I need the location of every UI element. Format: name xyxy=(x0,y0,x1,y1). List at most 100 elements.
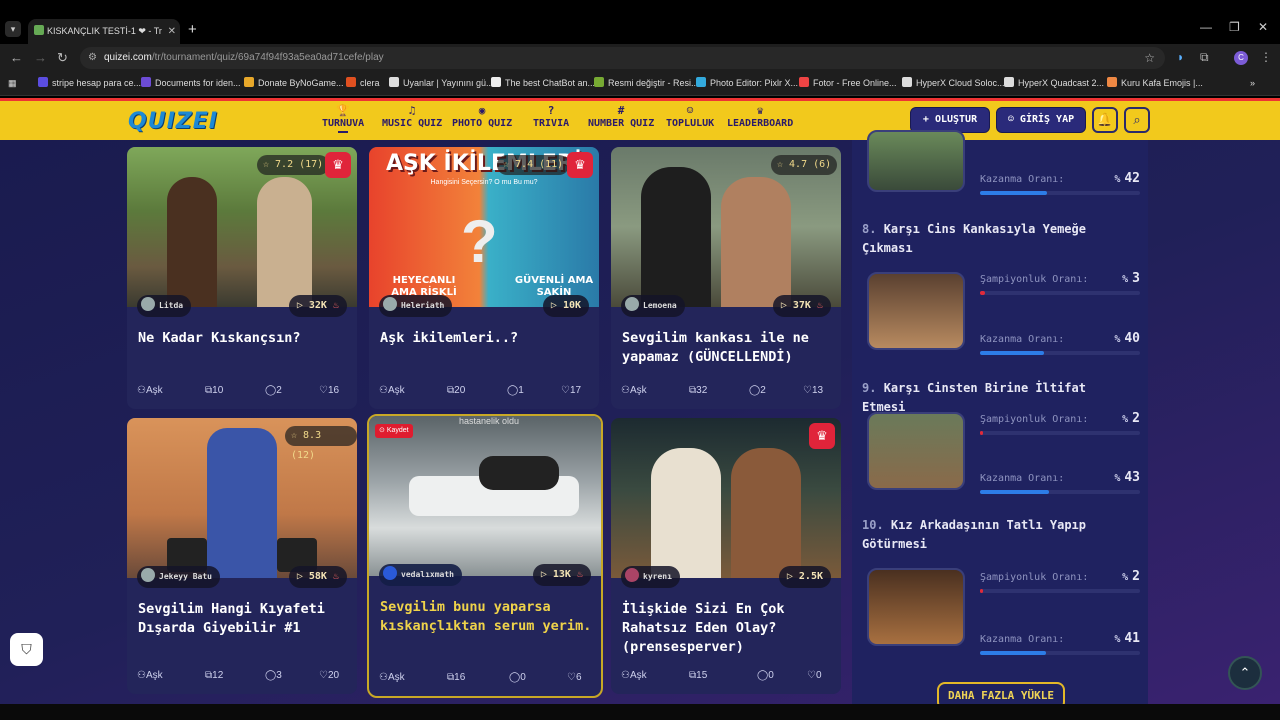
nav-number-quiz[interactable]: # NUMBER QUIZ xyxy=(588,104,654,129)
figure-left xyxy=(641,167,711,307)
shield-icon[interactable]: ⛉ xyxy=(10,633,43,666)
bookmark-item[interactable]: Documents for iden... xyxy=(141,76,241,90)
bookmark-item[interactable]: stripe hesap para ce... xyxy=(38,76,141,90)
quiz-title[interactable]: Sevgilim Hangi Kıyafeti Dışarda Giyebili… xyxy=(138,600,350,638)
win-rate-value: % 41 xyxy=(1114,631,1140,646)
quiz-title[interactable]: Sevgilim kankası ile ne yapamaz (GÜNCELL… xyxy=(622,329,834,367)
quiz-title[interactable]: İlişkide Sizi En Çok Rahatsız Eden Olay?… xyxy=(622,600,834,657)
site-logo[interactable]: QUIZEI xyxy=(128,109,218,134)
card-footer: ⚇ Aşk ⧉ 15 ◯ 0 ♡ 0 xyxy=(621,668,833,684)
site-info-icon[interactable]: ⚙ xyxy=(88,47,97,69)
crown-icon: ♛ xyxy=(567,152,593,178)
scroll-up-icon[interactable]: ⌃ xyxy=(1228,656,1262,690)
fire-icon: ♨ xyxy=(332,300,339,311)
champ-rate-value: % 2 xyxy=(1122,411,1140,426)
nav-leaderboard[interactable]: ♛ LEADERBOARD xyxy=(727,104,793,129)
bookmark-item[interactable]: HyperX Cloud Soloc... xyxy=(902,76,1005,90)
question-count: ⧉ 32 xyxy=(689,385,708,396)
nav-topluluk[interactable]: ☺ TOPLULUK xyxy=(666,104,714,129)
like-count[interactable]: ♡ 0 xyxy=(807,668,822,684)
champ-rate-bar xyxy=(980,291,1140,295)
address-bar[interactable]: ⚙ quizei.com/tr/tournament/quiz/69a74f94… xyxy=(80,47,1165,69)
patient-figure xyxy=(479,456,559,490)
quiz-card[interactable]: AŞK İKİLEMLERİ Hangisini Seçersin? O mu … xyxy=(369,147,599,409)
quiz-title[interactable]: Sevgilim bunu yaparsa kıskançlıktan seru… xyxy=(380,598,592,636)
bookmark-item[interactable]: The best ChatBot an... xyxy=(491,76,595,90)
close-window-icon[interactable]: ✕ xyxy=(1258,20,1268,34)
win-rate-value: % 40 xyxy=(1114,331,1140,346)
bookmark-star-icon[interactable]: ☆ xyxy=(1144,47,1155,69)
bookmark-item[interactable]: Photo Editor: Pixlr X... xyxy=(696,76,798,90)
author-badge[interactable]: Jekeyy Batu xyxy=(137,566,220,588)
bookmark-item[interactable]: Uyanlar | Yayınını gü... xyxy=(389,76,494,90)
quiz-card[interactable]: ♛ kyrenı ▷ 2.5K İlişkide Sizi En Çok Rah… xyxy=(611,418,841,694)
minimize-icon[interactable]: — xyxy=(1200,20,1212,34)
category: ⚇ Aşk xyxy=(137,385,163,396)
play-count: ▷ 58K ♨ xyxy=(288,566,347,588)
author-badge[interactable]: Lemoena xyxy=(621,295,685,317)
profile-avatar[interactable]: C xyxy=(1234,51,1248,65)
author-badge[interactable]: Heleriath xyxy=(379,295,453,317)
author-badge[interactable]: kyrenı xyxy=(621,566,680,588)
category: ⚇ Aşk xyxy=(379,385,405,396)
site-header: QUIZEI 🏆 TURNUVA ♫ MUSIC QUIZ ◉ PHOTO QUIZ … xyxy=(0,98,1280,140)
card-footer: ⚇ Aşk ⧉ 32 ◯ 2 ♡ 13 xyxy=(621,383,833,399)
bookmark-item[interactable]: Fotor - Free Online... xyxy=(799,76,897,90)
win-rate-label: Kazanma Oranı: xyxy=(980,473,1065,484)
bookmarks-overflow-icon[interactable]: » xyxy=(1250,76,1255,90)
like-count[interactable]: ♡ 13 xyxy=(803,383,823,399)
quiz-card[interactable]: ☆ 7.2 (17) ♛ Litda ▷ 32K ♨ Ne Kadar Kısk… xyxy=(127,147,357,409)
quiz-card[interactable]: ☆ 8.3 (12) Jekeyy Batu ▷ 58K ♨ Sevgilim … xyxy=(127,418,357,694)
active-tab[interactable]: KISKANÇLIK TESTİ-1 ❤ - Tr ✕ xyxy=(28,19,180,44)
champ-rate-label: Şampiyonluk Oranı: xyxy=(980,572,1089,583)
author-badge[interactable]: vedalıxmath xyxy=(379,564,462,586)
tab-search-icon[interactable]: ▾ xyxy=(5,21,21,37)
extensions-puzzle-icon[interactable]: ⧉ xyxy=(1200,50,1209,65)
like-count[interactable]: ♡ 6 xyxy=(567,670,582,686)
like-count[interactable]: ♡ 20 xyxy=(319,668,339,684)
login-button[interactable]: ☺ GİRİŞ YAP xyxy=(996,107,1086,133)
restore-icon[interactable]: ❐ xyxy=(1229,20,1240,34)
bookmark-item[interactable]: clera xyxy=(346,76,380,90)
bookmark-item[interactable]: HyperX Quadcast 2... xyxy=(1004,76,1104,90)
figure-man xyxy=(651,448,721,578)
like-count[interactable]: ♡ 17 xyxy=(561,383,581,399)
figure-model xyxy=(207,428,277,578)
new-tab-icon[interactable]: + xyxy=(188,21,197,38)
comment-count: ◯ 2 xyxy=(265,385,282,396)
like-count[interactable]: ♡ 16 xyxy=(319,383,339,399)
nav-photo-quiz[interactable]: ◉ PHOTO QUIZ xyxy=(452,104,512,129)
search-icon[interactable]: ⌕ xyxy=(1124,107,1150,133)
nav-trivia[interactable]: ? TRIVIA xyxy=(533,104,569,129)
quiz-card[interactable]: ☆ 4.7 (6) Lemoena ▷ 37K ♨ Sevgilim kanka… xyxy=(611,147,841,409)
trophy-icon: 🏆 xyxy=(336,104,350,117)
bell-icon[interactable]: 🔔 xyxy=(1092,107,1118,133)
bookmark-item[interactable]: Donate ByNoGame... xyxy=(244,76,344,90)
category: ⚇ Aşk xyxy=(137,670,163,681)
author-badge[interactable]: Litda xyxy=(137,295,192,317)
comment-count: ◯ 0 xyxy=(509,672,526,683)
win-rate-value: % 43 xyxy=(1114,470,1140,485)
question-count: ⧉ 16 xyxy=(447,672,466,683)
tab-close-icon[interactable]: ✕ xyxy=(168,19,176,44)
item-thumbnail xyxy=(867,412,965,490)
rating-badge: ☆ 7.2 (17) xyxy=(257,155,330,175)
nav-turnuva[interactable]: 🏆 TURNUVA xyxy=(322,104,364,133)
bookmark-item[interactable]: Resmi değiştir - Resi... xyxy=(594,76,699,90)
bookmark-item[interactable]: Kuru Kafa Emojis |... xyxy=(1107,76,1203,90)
item-thumbnail xyxy=(867,568,965,646)
save-badge[interactable]: ⊙ Kaydet xyxy=(375,424,413,438)
quiz-title[interactable]: Aşk ikilemleri..? xyxy=(380,329,592,348)
forward-icon[interactable]: → xyxy=(34,50,47,65)
thumb-subtitle: Hangisini Seçersin? O mu Bu mu? xyxy=(430,179,538,186)
extension-icon[interactable]: ◗ xyxy=(1177,50,1184,64)
quiz-card[interactable]: hastanelik oldu ⊙ Kaydet vedalıxmath ▷ 1… xyxy=(367,414,603,698)
back-icon[interactable]: ← xyxy=(10,50,23,65)
nav-music-quiz[interactable]: ♫ MUSIC QUIZ xyxy=(382,104,442,129)
browser-toolbar: ← → ↻ ⚙ quizei.com/tr/tournament/quiz/69… xyxy=(0,44,1280,72)
browser-menu-icon[interactable]: ⋮ xyxy=(1260,50,1272,64)
crown-icon: ♛ xyxy=(325,152,351,178)
reload-icon[interactable]: ↻ xyxy=(57,50,68,66)
apps-grid-icon[interactable]: ▦ xyxy=(8,76,17,90)
quiz-title[interactable]: Ne Kadar Kıskançsın? xyxy=(138,329,350,348)
